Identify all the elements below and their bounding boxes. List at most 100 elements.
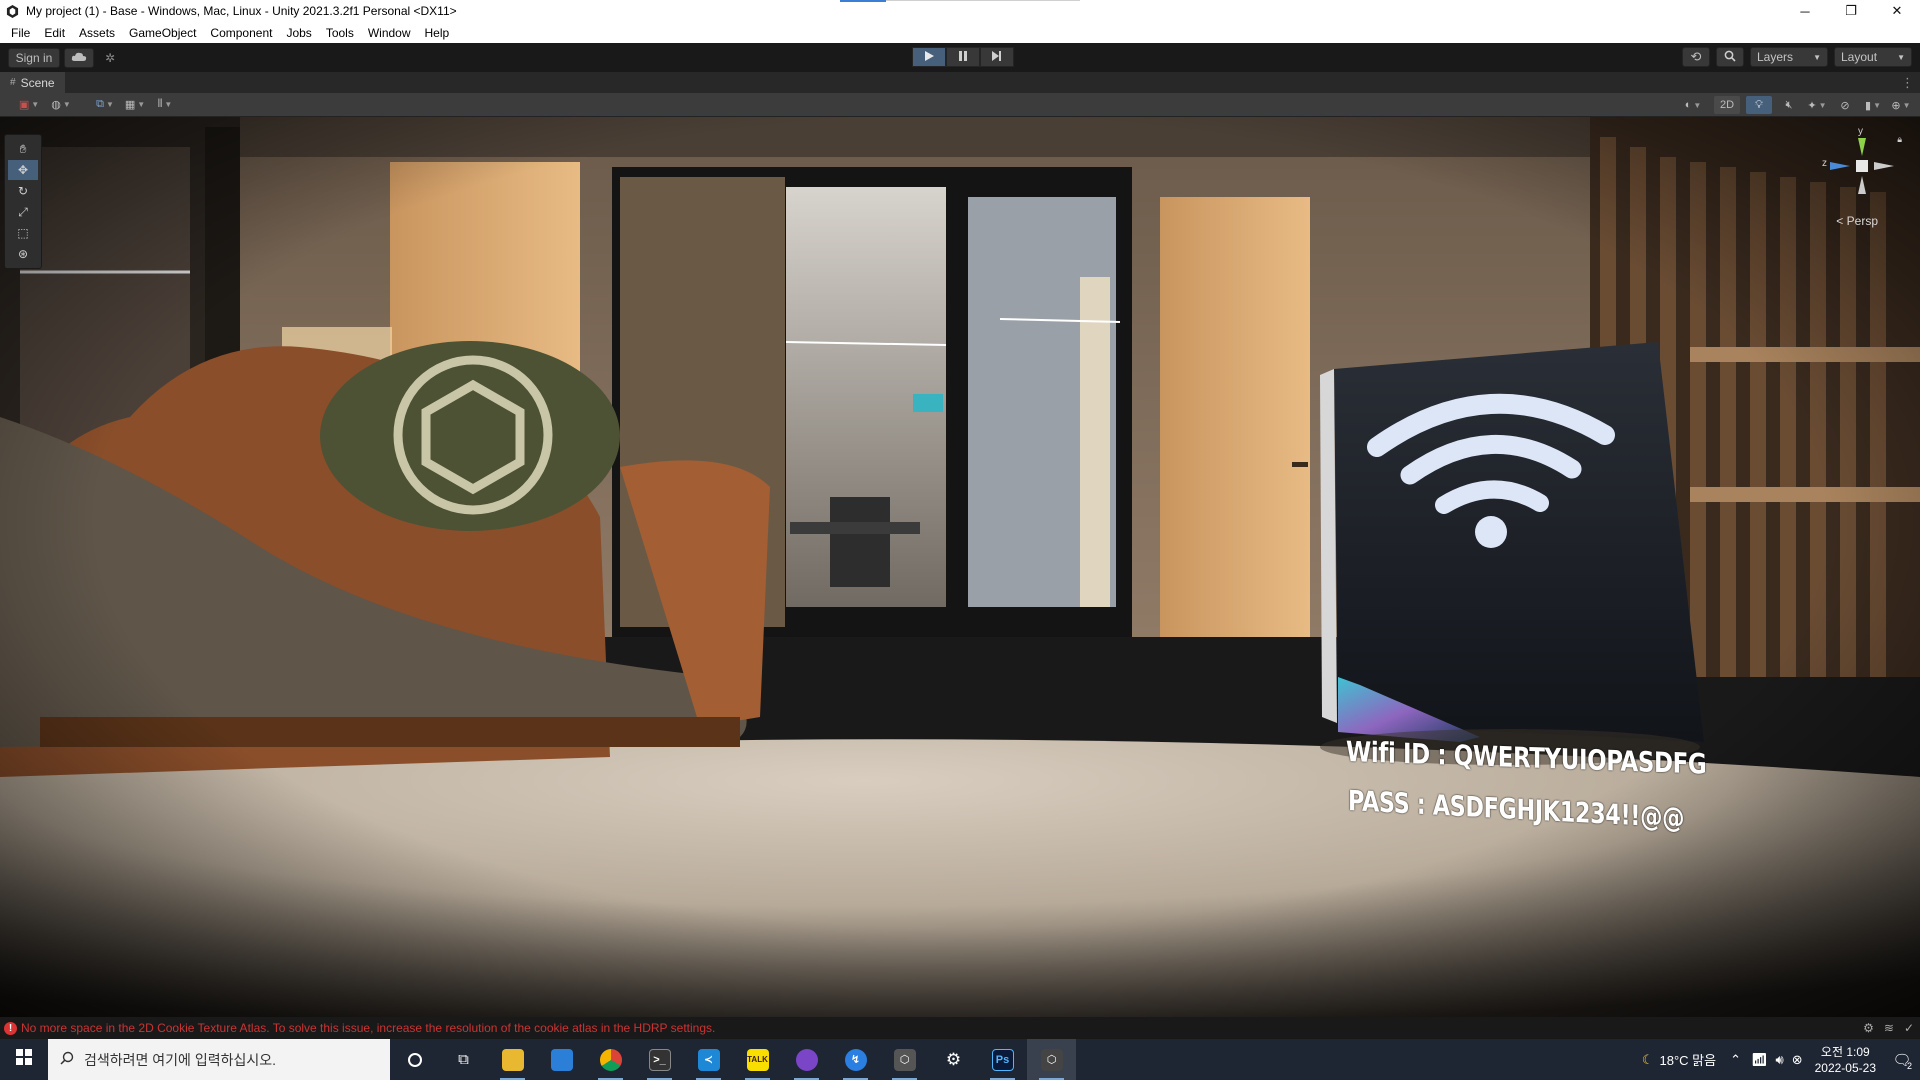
rotate-tool-button[interactable]: ↻: [8, 181, 38, 201]
chevron-down-icon: ▼: [137, 100, 146, 109]
history-button[interactable]: ⟲: [1682, 47, 1710, 67]
titlebar-accent-line: [886, 0, 1080, 1]
chevron-down-icon: ▼: [1818, 100, 1827, 110]
menu-window[interactable]: Window: [361, 22, 418, 43]
scene-tab-bar: # Scene ⋮: [0, 72, 1920, 93]
cloud-button[interactable]: [64, 47, 94, 68]
audio-toggle[interactable]: 🔇︎: [1778, 96, 1800, 114]
main-toolbar: Sign in ✲ ⟲ Layers ▼ Layout ▼: [0, 43, 1920, 72]
start-button[interactable]: [0, 1039, 48, 1080]
cortana-button[interactable]: [390, 1039, 439, 1080]
grid-visibility-dropdown[interactable]: ▦ ▼: [124, 96, 146, 114]
taskbar-search-placeholder: 검색하려면 여기에 입력하십시오.: [84, 1051, 276, 1068]
transform-icon: ⊛: [17, 247, 29, 261]
playback-controls: [912, 47, 1014, 67]
taskbar-unity-editor[interactable]: ⬡: [1027, 1039, 1076, 1080]
menu-jobs[interactable]: Jobs: [279, 22, 318, 43]
chevron-down-icon: ▼: [62, 100, 71, 109]
notification-button[interactable]: 🗨︎ 2: [1884, 1039, 1920, 1080]
menu-tools[interactable]: Tools: [319, 22, 361, 43]
layers-dropdown[interactable]: Layers ▼: [1750, 47, 1828, 67]
step-button[interactable]: [980, 47, 1014, 67]
store-bag-icon: [550, 1048, 573, 1071]
layers-stack-icon[interactable]: ≋: [1884, 1021, 1894, 1035]
scene-visibility-toggle[interactable]: ⊘: [1834, 96, 1856, 114]
search-button[interactable]: [1716, 47, 1744, 67]
kakaotalk-icon: TALK: [746, 1048, 769, 1071]
layers-label: Layers: [1757, 50, 1794, 64]
taskbar-github[interactable]: [782, 1039, 831, 1080]
menu-assets[interactable]: Assets: [72, 22, 122, 43]
hand-tool-button[interactable]: ✋︎: [8, 139, 38, 159]
transform-tool-button[interactable]: ⊛: [8, 244, 38, 264]
play-button[interactable]: [912, 47, 946, 67]
taskbar-kakaotalk[interactable]: TALK: [733, 1039, 782, 1080]
lighting-toggle[interactable]: 💡︎: [1746, 96, 1772, 114]
check-circle-icon[interactable]: ✓: [1904, 1021, 1914, 1035]
chevron-down-icon: ▼: [31, 100, 40, 109]
taskbar-clock[interactable]: 오전 1:09 2022-05-23: [1815, 1044, 1876, 1076]
restore-button[interactable]: ❐: [1828, 0, 1874, 22]
chevron-down-icon: ▼: [1813, 52, 1821, 62]
axis-y-label: y: [1858, 126, 1863, 137]
taskbar-vscode[interactable]: ≺: [684, 1039, 733, 1080]
taskbar-photoshop[interactable]: Ps: [978, 1039, 1027, 1080]
menu-edit[interactable]: Edit: [37, 22, 72, 43]
menu-file[interactable]: File: [4, 22, 37, 43]
rect-tool-button[interactable]: ⬚: [8, 223, 38, 243]
more-options-icon[interactable]: ⋮: [1901, 75, 1914, 91]
grid-snap-dropdown[interactable]: ⧉ ▼: [94, 96, 116, 114]
tab-scene[interactable]: # Scene: [0, 72, 65, 93]
increment-snap-dropdown[interactable]: ⫴ ▼: [154, 96, 176, 114]
menu-component[interactable]: Component: [203, 22, 279, 43]
status-error-message[interactable]: No more space in the 2D Cookie Texture A…: [21, 1021, 715, 1035]
network-icon[interactable]: 📶︎: [1751, 1052, 1768, 1068]
effects-dropdown[interactable]: ✦ ▼: [1806, 96, 1828, 114]
github-icon: [795, 1048, 818, 1071]
unity-logo-icon: ⬡: [1040, 1048, 1063, 1071]
collab-button[interactable]: ✲: [98, 48, 122, 68]
titlebar-accent: [840, 0, 886, 2]
minimize-button[interactable]: ─: [1782, 0, 1828, 22]
menu-help[interactable]: Help: [418, 22, 457, 43]
grid-icon: ▦: [124, 99, 136, 111]
projection-label[interactable]: < Persp: [1836, 214, 1878, 228]
taskbar-chrome[interactable]: [586, 1039, 635, 1080]
lock-icon[interactable]: 🔒︎: [1897, 134, 1902, 145]
taskbar-settings[interactable]: ⚙︎: [929, 1039, 978, 1080]
taskbar-store[interactable]: [537, 1039, 586, 1080]
chevron-down-icon: ▼: [164, 100, 173, 109]
chevron-up-icon[interactable]: ⌃: [1730, 1052, 1741, 1068]
layout-dropdown[interactable]: Layout ▼: [1834, 47, 1912, 67]
menu-gameobject[interactable]: GameObject: [122, 22, 203, 43]
volume-icon[interactable]: 🔊︎: [1776, 1052, 1784, 1068]
taskbar-file-explorer[interactable]: [488, 1039, 537, 1080]
sign-in-button[interactable]: Sign in: [8, 47, 60, 68]
weather-text[interactable]: 18°C 맑음: [1659, 1050, 1716, 1069]
gizmos-dropdown[interactable]: ⊕ ▼: [1890, 96, 1912, 114]
shading-dropdown[interactable]: ◐ ▼: [1682, 96, 1704, 114]
debug-icon[interactable]: ⚙︎: [1863, 1021, 1874, 1035]
toggle-2d-button[interactable]: 2D: [1714, 96, 1740, 114]
taskbar-unity-hub[interactable]: ⬡: [880, 1039, 929, 1080]
scene-viewport[interactable]: Wifi ID : QWERTYUIOPASDFG PASS : ASDFGHJ…: [0, 117, 1920, 1017]
history-icon: ⟲: [1690, 49, 1702, 64]
camera-settings-dropdown[interactable]: ▮ ▼: [1862, 96, 1884, 114]
ime-icon[interactable]: ⊗: [1792, 1052, 1803, 1068]
move-tool-button[interactable]: ✥: [8, 160, 38, 180]
draw-mode-dropdown[interactable]: ▣ ▼: [18, 96, 40, 114]
scale-tool-button[interactable]: ⤢: [8, 202, 38, 222]
taskbar-terminal[interactable]: >_: [635, 1039, 684, 1080]
rect-icon: ⬚: [17, 226, 29, 240]
clock-date: 2022-05-23: [1814, 1060, 1876, 1075]
taskbar-search-input[interactable]: 검색하려면 여기에 입력하십시오.: [48, 1039, 390, 1080]
camera-icon: ▮: [1865, 99, 1872, 112]
status-bar: ! No more space in the 2D Cookie Texture…: [0, 1017, 1920, 1039]
close-button[interactable]: ✕: [1874, 0, 1920, 22]
render-mode-dropdown[interactable]: ◍ ▼: [50, 96, 72, 114]
task-view-button[interactable]: ⧉: [439, 1039, 488, 1080]
taskbar-sourcetree[interactable]: ↯: [831, 1039, 880, 1080]
axis-z-label: z: [1822, 158, 1827, 169]
hand-icon: ✋︎: [19, 141, 27, 156]
pause-button[interactable]: [946, 47, 980, 67]
